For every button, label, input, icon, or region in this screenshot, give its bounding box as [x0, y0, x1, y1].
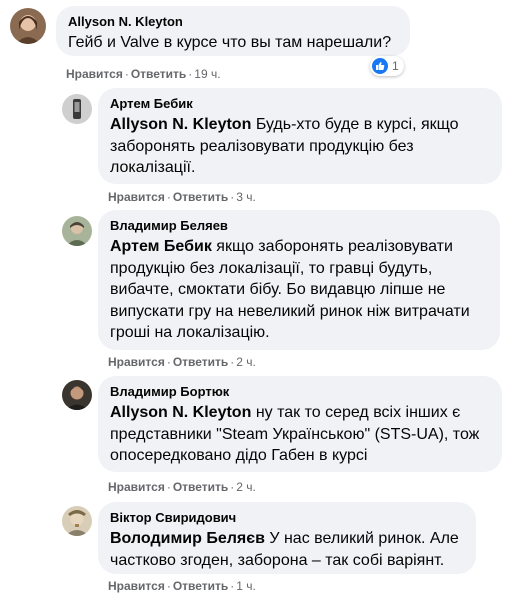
- reply-link[interactable]: Ответить: [173, 579, 228, 593]
- reply-artem: Артем Бебик Allyson N. Kleyton Будь-хто …: [0, 86, 528, 206]
- comment-text: Артем Бебик якщо заборонять реалізовуват…: [110, 238, 470, 341]
- comment-actions: Нравится · Ответить · 2 ч.: [108, 480, 256, 494]
- reply-link[interactable]: Ответить: [173, 480, 228, 494]
- comment-author[interactable]: Владимир Бортюк: [110, 383, 490, 400]
- like-link[interactable]: Нравится: [66, 67, 123, 81]
- reply-volodymyr-bortyuk: Владимир Бортюк Allyson N. Kleyton ну та…: [0, 376, 528, 498]
- comment-bubble: Владимир Бортюк Allyson N. Kleyton ну та…: [98, 376, 502, 472]
- avatar[interactable]: [62, 380, 92, 410]
- comment-author[interactable]: Віктор Свиридович: [110, 509, 464, 526]
- like-reaction-icon: [372, 58, 388, 74]
- like-link[interactable]: Нравится: [108, 579, 165, 593]
- comment-actions: Нравится · Ответить · 3 ч.: [108, 190, 256, 204]
- avatar[interactable]: [62, 94, 92, 124]
- comment-author[interactable]: Артем Бебик: [110, 95, 490, 112]
- reply-link[interactable]: Ответить: [131, 67, 186, 81]
- comment-actions: Нравится · Ответить · 1 ч.: [108, 579, 256, 593]
- comment-text: Allyson N. Kleyton ну так то серед всіх …: [110, 404, 480, 464]
- comment-time[interactable]: 2 ч.: [236, 480, 256, 494]
- reaction-badge[interactable]: 1: [370, 56, 404, 76]
- comment-bubble: Віктор Свиридович Володимир Беляєв У нас…: [98, 502, 476, 574]
- avatar[interactable]: [62, 506, 92, 536]
- comment-bubble: Allyson N. Kleyton Гейб и Valve в курсе …: [56, 6, 410, 56]
- comment-text: Allyson N. Kleyton Будь-хто буде в курсі…: [110, 116, 459, 176]
- comment-bubble: Владимир Беляев Артем Бебик якщо заборон…: [98, 210, 500, 350]
- comment-text: Володимир Беляєв У нас великий ринок. Ал…: [110, 530, 459, 569]
- like-link[interactable]: Нравится: [108, 480, 165, 494]
- reaction-count: 1: [392, 59, 399, 73]
- reply-viktor: Віктор Свиридович Володимир Беляєв У нас…: [0, 500, 528, 600]
- comment-author[interactable]: Allyson N. Kleyton: [68, 13, 398, 30]
- reply-link[interactable]: Ответить: [173, 355, 228, 369]
- like-link[interactable]: Нравится: [108, 190, 165, 204]
- comment-actions: Нравится · Ответить · 19 ч.: [66, 67, 221, 81]
- comment-time[interactable]: 1 ч.: [236, 579, 256, 593]
- mention-link[interactable]: Артем Бебик: [110, 238, 212, 255]
- mention-link[interactable]: Allyson N. Kleyton: [110, 116, 251, 133]
- comment-author[interactable]: Владимир Беляев: [110, 217, 488, 234]
- reply-link[interactable]: Ответить: [173, 190, 228, 204]
- comment-time[interactable]: 3 ч.: [236, 190, 256, 204]
- comment-bubble: Артем Бебик Allyson N. Kleyton Будь-хто …: [98, 88, 502, 184]
- comment-time[interactable]: 2 ч.: [236, 355, 256, 369]
- comment-allyson: Allyson N. Kleyton Гейб и Valve в курсе …: [0, 0, 528, 86]
- reply-volodymyr-belyaev: Владимир Беляев Артем Бебик якщо заборон…: [0, 208, 528, 372]
- mention-link[interactable]: Володимир Беляєв: [110, 530, 265, 547]
- avatar[interactable]: [62, 216, 92, 246]
- mention-link[interactable]: Allyson N. Kleyton: [110, 404, 251, 421]
- comment-time[interactable]: 19 ч.: [194, 67, 220, 81]
- like-link[interactable]: Нравится: [108, 355, 165, 369]
- comment-text: Гейб и Valve в курсе что вы там нарешали…: [68, 34, 392, 51]
- comment-actions: Нравится · Ответить · 2 ч.: [108, 355, 256, 369]
- avatar[interactable]: [10, 8, 46, 44]
